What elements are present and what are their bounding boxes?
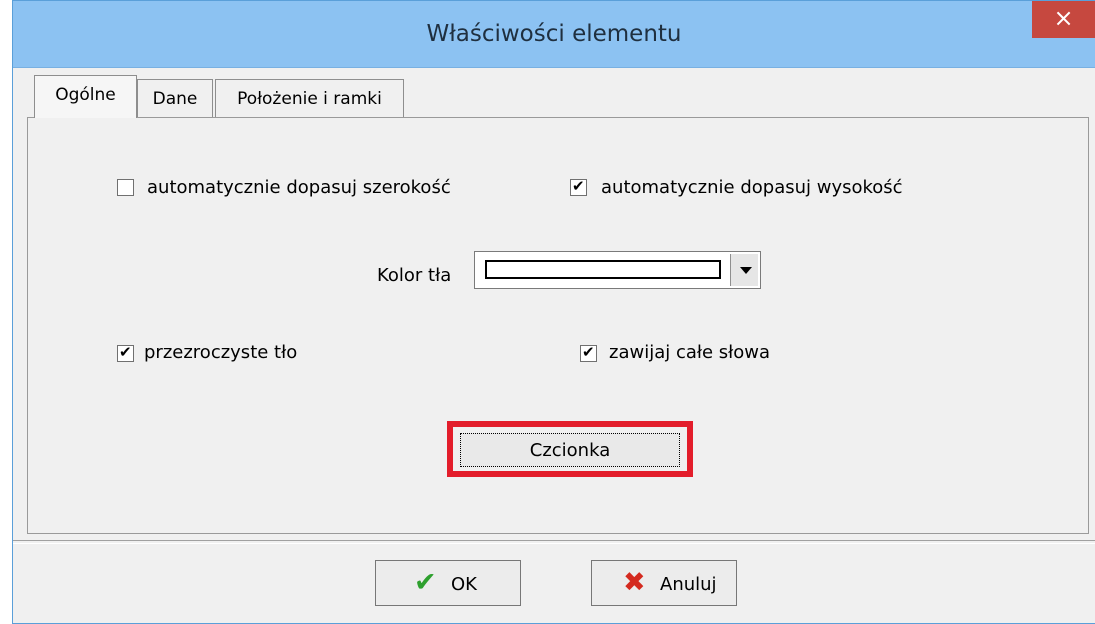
cancel-label: Anuluj xyxy=(660,574,717,595)
x-icon: ✖ xyxy=(623,567,646,598)
ok-label: OK xyxy=(451,574,477,595)
wrap-words-label: zawijaj całe słowa xyxy=(609,342,771,363)
footer-separator xyxy=(13,540,1095,544)
cancel-button[interactable]: ✖ Anuluj xyxy=(591,560,737,606)
auto-height-label: automatycznie dopasuj wysokość xyxy=(601,177,903,198)
ok-button[interactable]: ✔ OK xyxy=(375,560,521,606)
background-color-label: Kolor tła xyxy=(377,265,452,286)
transparent-bg-checkbox[interactable] xyxy=(117,343,134,362)
tab-position-frames[interactable]: Położenie i ramki xyxy=(215,79,404,117)
wrap-words-checkbox[interactable] xyxy=(580,343,597,362)
color-swatch xyxy=(485,260,721,279)
auto-width-checkbox[interactable] xyxy=(117,179,134,196)
tab-general[interactable]: Ogólne xyxy=(34,75,137,118)
title-bar: Właściwości elementu × xyxy=(13,1,1095,68)
close-button[interactable]: × xyxy=(1032,1,1095,38)
chevron-down-icon[interactable] xyxy=(730,254,758,286)
tab-data[interactable]: Dane xyxy=(137,79,213,117)
auto-width-label: automatycznie dopasuj szerokość xyxy=(147,177,451,198)
checkmark-icon: ✔ xyxy=(414,567,437,598)
dialog-window: Właściwości elementu × Ogólne Dane Położ… xyxy=(12,0,1095,624)
transparent-bg-label: przezroczyste tło xyxy=(144,342,298,363)
dialog-title: Właściwości elementu xyxy=(426,21,682,47)
auto-height-checkbox[interactable] xyxy=(570,177,587,196)
font-button[interactable]: Czcionka xyxy=(460,433,680,467)
background-color-select[interactable] xyxy=(474,251,761,289)
